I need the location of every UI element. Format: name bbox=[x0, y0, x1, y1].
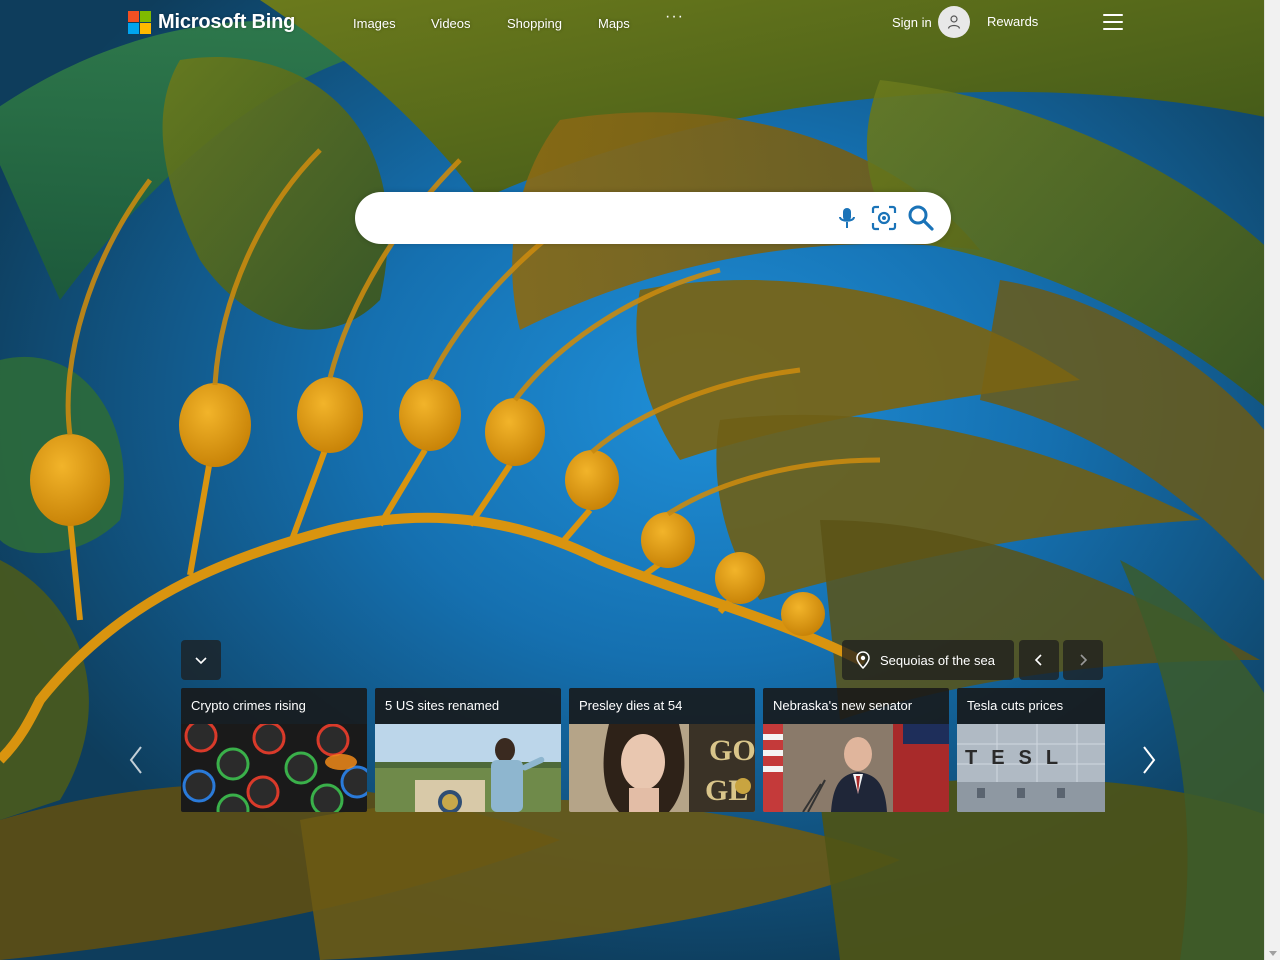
bing-homepage: Microsoft Bing Images Videos Shopping Ma… bbox=[0, 0, 1280, 960]
image-location-button[interactable]: Sequoias of the sea bbox=[842, 640, 1014, 680]
news-card[interactable]: Nebraska's new senator bbox=[763, 688, 949, 812]
chevron-right-icon bbox=[1143, 746, 1156, 774]
news-card[interactable]: Tesla cuts prices TESL bbox=[957, 688, 1105, 812]
scroll-down-arrow-icon[interactable] bbox=[1269, 951, 1277, 956]
avatar-icon bbox=[937, 6, 970, 38]
news-card-title: 5 US sites renamed bbox=[375, 688, 561, 724]
next-image-button[interactable] bbox=[1063, 640, 1103, 680]
news-card-image bbox=[181, 724, 367, 812]
news-card[interactable]: 5 US sites renamed bbox=[375, 688, 561, 812]
nav-maps-link[interactable]: Maps bbox=[598, 16, 630, 31]
nav-shopping-link[interactable]: Shopping bbox=[507, 16, 562, 31]
news-carousel: Crypto crimes rising 5 US sites renamed … bbox=[181, 688, 1105, 812]
header-bar: Microsoft Bing Images Videos Shopping Ma… bbox=[0, 0, 1265, 46]
news-card-image: GO GL bbox=[569, 724, 755, 812]
news-card-title: Crypto crimes rising bbox=[181, 688, 367, 724]
microphone-icon[interactable] bbox=[833, 204, 861, 232]
chevron-left-icon bbox=[129, 746, 142, 774]
hamburger-menu-icon[interactable] bbox=[1103, 14, 1123, 30]
news-card-title: Nebraska's new senator bbox=[763, 688, 949, 724]
chevron-down-icon bbox=[195, 657, 207, 665]
news-card-image: TESL bbox=[957, 724, 1105, 812]
svg-text:GO: GO bbox=[709, 734, 755, 767]
search-box bbox=[355, 192, 951, 244]
news-card-image bbox=[375, 724, 561, 812]
page-scrollbar[interactable] bbox=[1264, 0, 1280, 960]
chevron-left-icon bbox=[1034, 654, 1042, 666]
nav-videos-link[interactable]: Videos bbox=[431, 16, 471, 31]
background-image bbox=[0, 0, 1280, 960]
svg-text:TESL: TESL bbox=[965, 747, 1072, 769]
news-card[interactable]: Crypto crimes rising bbox=[181, 688, 367, 812]
previous-image-button[interactable] bbox=[1019, 640, 1059, 680]
rewards-link[interactable]: Rewards bbox=[987, 14, 1038, 29]
news-next-button[interactable] bbox=[1137, 742, 1161, 778]
search-input[interactable] bbox=[375, 204, 829, 234]
bing-logo[interactable]: Microsoft Bing bbox=[128, 10, 295, 34]
nav-images-link[interactable]: Images bbox=[353, 16, 396, 31]
scrollbar-thumb[interactable] bbox=[1268, 18, 1277, 942]
news-card[interactable]: Presley dies at 54 GO GL bbox=[569, 688, 755, 812]
search-icon[interactable] bbox=[907, 204, 935, 232]
location-pin-icon bbox=[856, 651, 870, 669]
news-card-title: Tesla cuts prices bbox=[957, 688, 1105, 724]
brand-name: Microsoft Bing bbox=[158, 10, 296, 33]
visual-search-icon[interactable] bbox=[870, 204, 898, 232]
chevron-right-icon bbox=[1080, 654, 1088, 666]
collapse-feed-button[interactable] bbox=[181, 640, 221, 680]
news-previous-button[interactable] bbox=[124, 742, 148, 778]
more-nav-button[interactable]: ··· bbox=[665, 8, 684, 26]
sign-in-label: Sign in bbox=[892, 14, 932, 30]
news-card-title: Presley dies at 54 bbox=[569, 688, 755, 724]
news-card-image bbox=[763, 724, 949, 812]
sign-in-button[interactable]: Sign in bbox=[892, 6, 970, 38]
microsoft-logo-icon bbox=[128, 10, 151, 34]
image-location-label: Sequoias of the sea bbox=[880, 652, 995, 668]
